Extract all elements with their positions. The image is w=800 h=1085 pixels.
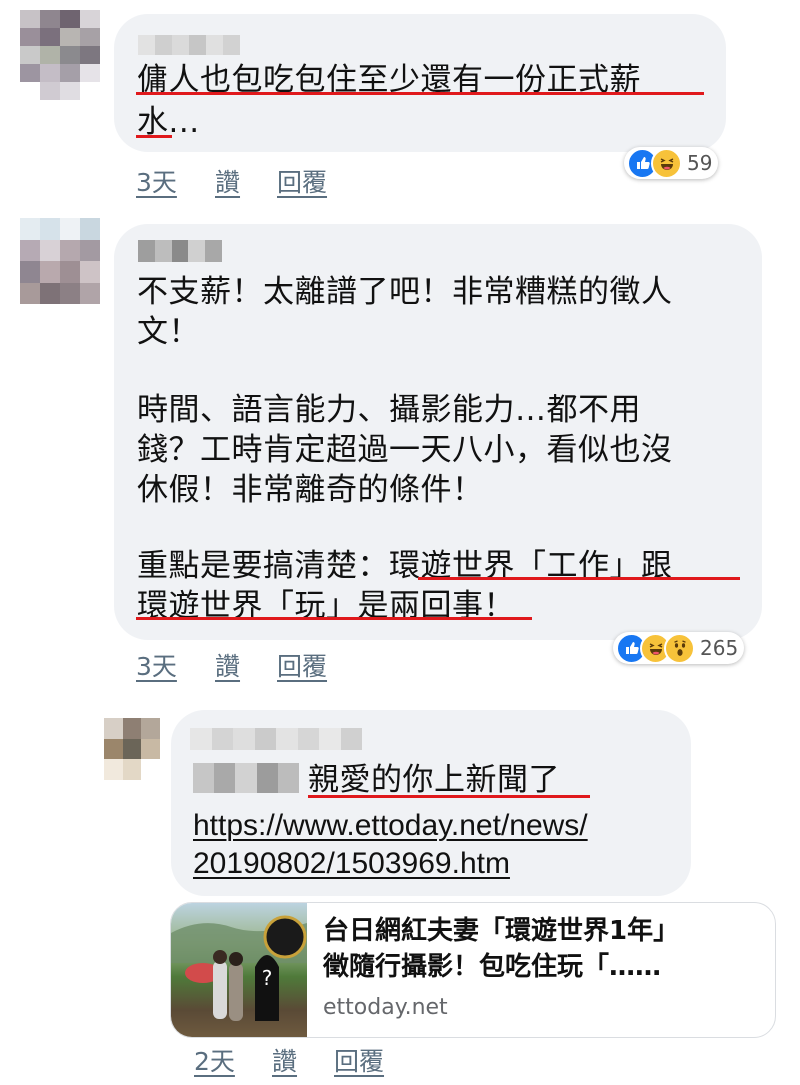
like-button[interactable]: 讚 <box>215 647 240 683</box>
comment-text-line: 錢？工時肯定超過一天八小，看似也沒 <box>137 432 673 468</box>
red-underline <box>136 135 172 138</box>
link-preview-thumbnail: ? <box>171 903 307 1037</box>
reply-button[interactable]: 回覆 <box>277 163 327 199</box>
link-preview-card[interactable]: ? 台日網紅夫妻「環遊世界1年」 徵隨行攝影！包吃住玩「…… ettoday.n… <box>170 902 776 1038</box>
red-underline <box>136 92 704 95</box>
haha-icon <box>651 147 682 179</box>
comment-timestamp[interactable]: 3天 <box>136 163 177 199</box>
reply-button[interactable]: 回覆 <box>277 647 327 683</box>
commenter-name[interactable] <box>190 728 362 750</box>
comment-text-line: 環遊世界「玩」是兩回事！ <box>137 588 515 624</box>
mentioned-user[interactable] <box>193 763 300 793</box>
link-preview-title: 台日網紅夫妻「環遊世界1年」 徵隨行攝影！包吃住玩「…… <box>323 913 679 985</box>
comment-text-line: 時間、語言能力、攝影能力…都不用 <box>137 392 641 428</box>
comment-text-line: 休假！非常離奇的條件！ <box>137 472 484 508</box>
wow-icon <box>664 632 695 664</box>
commenter-name[interactable] <box>138 240 222 262</box>
reaction-count: 265 <box>700 636 739 660</box>
svg-text:?: ? <box>262 966 273 990</box>
reaction-summary[interactable]: 59 <box>624 147 719 179</box>
red-underline <box>308 795 590 798</box>
news-link[interactable]: https://www.ettoday.net/news/ <box>193 807 588 845</box>
reaction-summary[interactable]: 265 <box>613 632 745 664</box>
comment-timestamp[interactable]: 3天 <box>136 647 177 683</box>
comment-timestamp[interactable]: 2天 <box>194 1042 235 1078</box>
comment-text-line: 不支薪！太離譜了吧！非常糟糕的徵人 <box>137 274 673 310</box>
comment-text-line: 重點是要搞清楚：環遊世界「工作」跟 <box>137 548 673 584</box>
reaction-count: 59 <box>687 151 713 175</box>
like-button[interactable]: 讚 <box>215 163 240 199</box>
link-preview-title-line: 徵隨行攝影！包吃住玩「…… <box>323 952 662 982</box>
link-preview-title-line: 台日網紅夫妻「環遊世界1年」 <box>323 916 680 946</box>
avatar[interactable] <box>104 718 160 780</box>
commenter-name[interactable] <box>138 35 240 55</box>
avatar[interactable] <box>20 10 100 100</box>
red-underline <box>136 617 532 620</box>
comment-text-line: 文！ <box>137 314 200 350</box>
link-preview-domain: ettoday.net <box>323 995 448 1020</box>
like-button[interactable]: 讚 <box>272 1042 297 1078</box>
red-underline <box>418 577 740 580</box>
avatar[interactable] <box>20 218 100 304</box>
news-link[interactable]: 20190802/1503969.htm <box>193 845 510 883</box>
reply-button[interactable]: 回覆 <box>334 1042 384 1078</box>
reply-text: 親愛的你上新聞了 <box>308 762 560 798</box>
